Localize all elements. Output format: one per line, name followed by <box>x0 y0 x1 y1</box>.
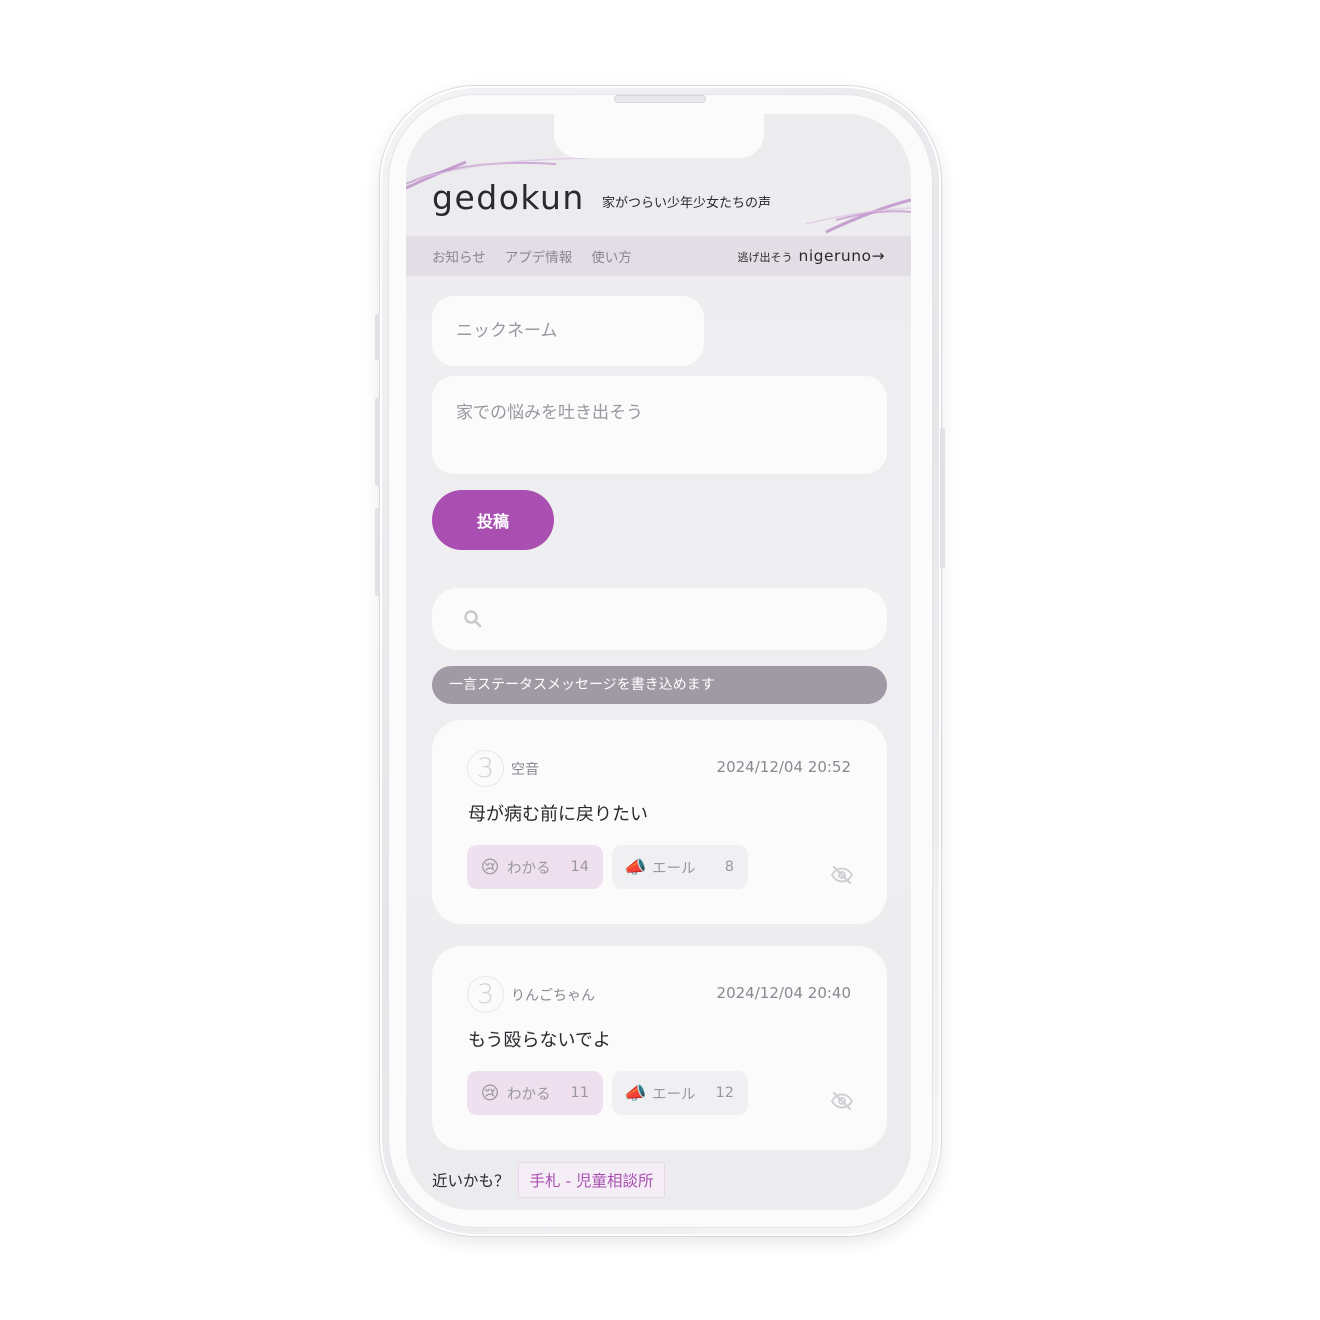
side-button-mute <box>375 314 380 360</box>
wakaru-count: 11 <box>570 1085 589 1101</box>
related-hint: 近いかも？ 手札 - 児童相談所 <box>432 1162 666 1198</box>
post-rank-badge: 3 <box>467 976 504 1013</box>
app-tagline: 家がつらい少年少女たちの声 <box>602 196 772 211</box>
wakaru-button[interactable]: 😢 わかる 14 <box>467 845 603 889</box>
yell-count: 8 <box>724 859 734 875</box>
side-button-volume-down <box>375 508 380 596</box>
nav-item-news[interactable]: お知らせ <box>432 246 486 266</box>
app-screen: gedokun 家がつらい少年少女たちの声 お知らせ アプデ情報 使い方 逃げ出… <box>406 114 911 1210</box>
post-card: 3 りんごちゃん 2024/12/04 20:40 もう殴らないでよ 😢 わかる… <box>432 946 887 1150</box>
nickname-input[interactable]: ニックネーム <box>432 296 704 366</box>
hint-link-jidou-soudanjo[interactable]: 手札 - 児童相談所 <box>517 1162 666 1198</box>
nav-escape-link[interactable]: 逃げ出そう nigeruno→ <box>738 247 886 265</box>
yell-count: 12 <box>715 1085 734 1101</box>
post-button[interactable]: 投稿 <box>432 490 554 550</box>
wakaru-label: わかる <box>507 860 551 877</box>
status-message-bar[interactable]: 一言ステータスメッセージを書き込めます <box>432 666 887 704</box>
post-date: 2024/12/04 20:40 <box>716 984 851 1002</box>
megaphone-icon: 📣 <box>624 856 647 878</box>
megaphone-icon: 📣 <box>624 1082 647 1104</box>
notch <box>554 114 764 158</box>
side-button-power <box>940 428 945 568</box>
yell-label: エール <box>652 860 696 877</box>
wakaru-button[interactable]: 😢 わかる 11 <box>467 1071 603 1115</box>
nav-bar: お知らせ アプデ情報 使い方 逃げ出そう nigeruno→ <box>406 236 911 276</box>
yell-button[interactable]: 📣 エール 12 <box>612 1071 748 1115</box>
yell-button[interactable]: 📣 エール 8 <box>612 845 748 889</box>
crying-face-icon: 😢 <box>480 856 500 878</box>
search-icon <box>464 610 482 628</box>
hint-label: 近いかも？ <box>432 1172 510 1190</box>
post-message: もう殴らないでよ <box>468 1030 611 1051</box>
post-date: 2024/12/04 20:52 <box>716 758 851 776</box>
speaker-grille <box>614 95 706 103</box>
post-author: りんごちゃん <box>511 988 595 1004</box>
nav-escape-brand: nigeruno→ <box>798 247 885 265</box>
post-rank-badge: 3 <box>467 750 504 787</box>
nav-item-updates[interactable]: アプデ情報 <box>505 246 573 266</box>
nav-item-howto[interactable]: 使い方 <box>591 246 632 266</box>
wakaru-label: わかる <box>507 1086 551 1103</box>
app-logo[interactable]: gedokun <box>432 178 585 217</box>
post-message: 母が病む前に戻りたい <box>468 804 648 825</box>
crying-face-icon: 😢 <box>480 1082 500 1104</box>
post-author: 空音 <box>511 762 539 778</box>
eye-off-icon[interactable] <box>831 1092 853 1110</box>
worry-textarea[interactable]: 家での悩みを吐き出そう <box>432 376 887 474</box>
search-input[interactable] <box>432 588 887 650</box>
yell-label: エール <box>652 1086 696 1103</box>
eye-off-icon[interactable] <box>831 866 853 884</box>
post-card: 3 空音 2024/12/04 20:52 母が病む前に戻りたい 😢 わかる 1… <box>432 720 887 924</box>
side-button-volume-up <box>375 398 380 486</box>
nav-escape-prefix: 逃げ出そう <box>737 251 793 264</box>
wakaru-count: 14 <box>570 859 589 875</box>
